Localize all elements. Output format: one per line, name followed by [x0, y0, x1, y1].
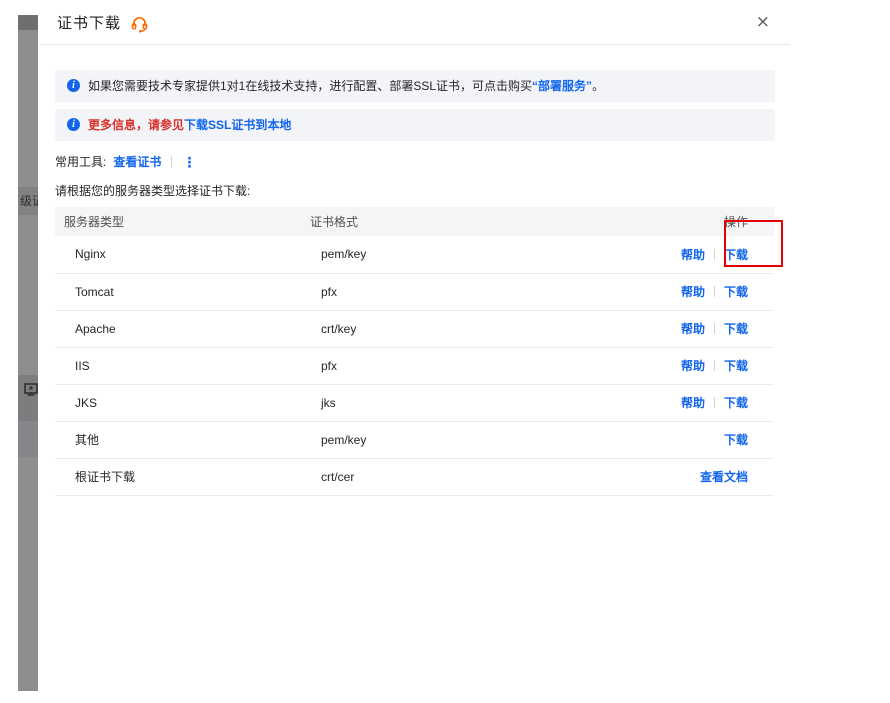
- view-docs-link[interactable]: 查看文档: [700, 470, 748, 484]
- server-type-cell: JKS: [55, 384, 301, 421]
- table-row: JKSjks 帮助 下载: [55, 384, 774, 421]
- view-certificate-link[interactable]: 查看证书: [113, 153, 161, 170]
- monitor-icon: [24, 383, 38, 396]
- help-link[interactable]: 帮助: [681, 396, 705, 410]
- dimmed-background-page: 级证: [18, 15, 38, 691]
- more-info-text: 更多信息，请参见下载SSL证书到本地: [88, 117, 291, 133]
- header-cert-format: 证书格式: [301, 207, 550, 236]
- deploy-banner-suffix: 。: [592, 79, 604, 93]
- cert-format-cell: pfx: [301, 347, 550, 384]
- info-icon: i: [67, 118, 80, 131]
- operation-cell: 帮助 下载: [550, 347, 774, 384]
- operation-cell: 下载: [550, 421, 774, 458]
- certificate-table: 服务器类型 证书格式 操作 Nginxpem/key帮助下载Tomcatpfx帮…: [55, 207, 774, 496]
- deploy-banner-prefix: 如果您需要技术专家提供1对1在线技术支持，进行配置、部署SSL证书，可点击购买: [88, 79, 532, 93]
- more-info-banner: i 更多信息，请参见下载SSL证书到本地: [55, 109, 775, 141]
- background-panel-block: [18, 375, 38, 421]
- operation-cell: 帮助 下载: [550, 273, 774, 310]
- table-row: Tomcatpfx 帮助 下载: [55, 273, 774, 310]
- download-link[interactable]: 下载: [724, 285, 748, 299]
- header-server-type: 服务器类型: [55, 207, 301, 236]
- certificate-download-dialog: 证书下载 × i 如果您需要技术专家提供1对1在线技术支持，进行配置、部署SSL…: [40, 0, 790, 703]
- table-header: 服务器类型 证书格式 操作: [55, 207, 774, 236]
- divider: [171, 156, 172, 168]
- more-tools-icon[interactable]: ⋮: [182, 156, 196, 168]
- cert-format-cell: crt/key: [301, 310, 550, 347]
- download-link[interactable]: 下载: [724, 433, 748, 447]
- divider: [714, 286, 715, 297]
- help-link[interactable]: 帮助: [681, 322, 705, 336]
- table-row: 根证书下载crt/cer 查看文档: [55, 458, 774, 495]
- table-row: IISpfx 帮助 下载: [55, 347, 774, 384]
- table-row: Apachecrt/key 帮助 下载: [55, 310, 774, 347]
- server-type-cell: 其他: [55, 421, 301, 458]
- cert-format-cell: pfx: [301, 273, 550, 310]
- operation-cell: 帮助 下载: [550, 384, 774, 421]
- divider: [714, 360, 715, 371]
- server-type-cell: Nginx: [55, 236, 301, 273]
- cert-format-cell: pem/key: [301, 421, 550, 458]
- cert-format-cell: pem/key: [301, 236, 550, 273]
- server-type-cell: Apache: [55, 310, 301, 347]
- more-info-prefix: 更多信息，请参见: [88, 118, 184, 132]
- help-link[interactable]: 帮助: [681, 285, 705, 299]
- headset-support-icon[interactable]: [130, 14, 149, 33]
- operation-cell: 帮助 下载: [550, 236, 774, 273]
- table-row: Nginxpem/key 帮助 下载: [55, 236, 774, 273]
- deploy-banner-text: 如果您需要技术专家提供1对1在线技术支持，进行配置、部署SSL证书，可点击购买“…: [88, 78, 604, 94]
- server-type-cell: Tomcat: [55, 273, 301, 310]
- download-link[interactable]: 下载: [724, 359, 748, 373]
- info-icon: i: [67, 79, 80, 92]
- common-tools-label: 常用工具:: [55, 153, 106, 170]
- cert-format-cell: crt/cer: [301, 458, 550, 495]
- dialog-title: 证书下载: [57, 12, 121, 33]
- divider: [714, 249, 715, 260]
- download-link[interactable]: 下载: [724, 322, 748, 336]
- dialog-body: i 如果您需要技术专家提供1对1在线技术支持，进行配置、部署SSL证书，可点击购…: [40, 70, 790, 496]
- deploy-service-banner: i 如果您需要技术专家提供1对1在线技术支持，进行配置、部署SSL证书，可点击购…: [55, 70, 775, 102]
- download-link[interactable]: 下载: [724, 396, 748, 410]
- background-panel-block-2: [18, 421, 38, 457]
- download-link[interactable]: 下载: [724, 248, 748, 262]
- divider: [714, 397, 715, 408]
- server-type-cell: IIS: [55, 347, 301, 384]
- deploy-service-link[interactable]: “部署服务”: [532, 79, 592, 93]
- header-operation: 操作: [550, 207, 774, 236]
- download-ssl-local-link[interactable]: 下载SSL证书到本地: [184, 118, 291, 132]
- background-header-block: [18, 15, 38, 30]
- close-icon[interactable]: ×: [756, 14, 770, 31]
- common-tools-row: 常用工具: 查看证书 ⋮: [55, 153, 775, 170]
- table-intro-text: 请根据您的服务器类型选择证书下载:: [55, 182, 775, 199]
- dialog-header: 证书下载 ×: [40, 0, 790, 45]
- operation-cell: 查看文档: [550, 458, 774, 495]
- operation-cell: 帮助 下载: [550, 310, 774, 347]
- help-link[interactable]: 帮助: [681, 359, 705, 373]
- divider: [714, 323, 715, 334]
- cert-table-body: Nginxpem/key帮助下载Tomcatpfx帮助下载Apachecrt/k…: [55, 236, 774, 495]
- cert-format-cell: jks: [301, 384, 550, 421]
- help-link[interactable]: 帮助: [681, 248, 705, 262]
- server-type-cell: 根证书下载: [55, 458, 301, 495]
- background-clipped-text: 级证: [18, 187, 38, 215]
- table-row: 其他pem/key 下载: [55, 421, 774, 458]
